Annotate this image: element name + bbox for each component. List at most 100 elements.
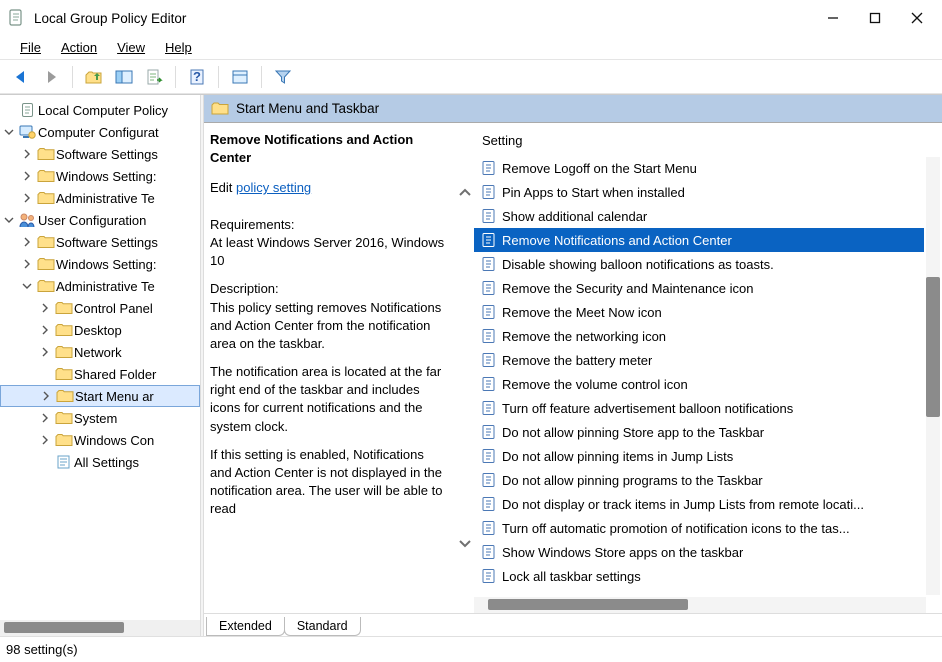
up-one-level-button[interactable] bbox=[80, 63, 108, 91]
tree-comp-software-settings[interactable]: Software Settings bbox=[0, 143, 200, 165]
expander-icon[interactable] bbox=[22, 237, 36, 247]
tree-node-icon bbox=[36, 255, 56, 273]
setting-row[interactable]: Do not allow pinning items in Jump Lists bbox=[474, 444, 924, 468]
setting-row[interactable]: Remove Notifications and Action Center bbox=[474, 228, 924, 252]
close-button[interactable] bbox=[896, 3, 938, 33]
setting-row[interactable]: Turn off feature advertisement balloon n… bbox=[474, 396, 924, 420]
setting-row[interactable]: Show additional calendar bbox=[474, 204, 924, 228]
expander-icon[interactable] bbox=[40, 303, 54, 313]
tree-node-label: Desktop bbox=[74, 323, 122, 338]
back-button[interactable] bbox=[7, 63, 35, 91]
tab-extended[interactable]: Extended bbox=[206, 617, 285, 636]
setting-row[interactable]: Remove Logoff on the Start Menu bbox=[474, 156, 924, 180]
menu-action[interactable]: Action bbox=[51, 38, 107, 57]
tree-user-software-settings[interactable]: Software Settings bbox=[0, 231, 200, 253]
menu-view[interactable]: View bbox=[107, 38, 155, 57]
settings-list[interactable]: Remove Logoff on the Start MenuPin Apps … bbox=[474, 156, 942, 613]
navigation-tree[interactable]: Local Computer PolicyComputer Configurat… bbox=[0, 94, 200, 636]
expander-icon[interactable] bbox=[40, 325, 54, 335]
tree-node-icon bbox=[18, 101, 38, 119]
filter-button[interactable] bbox=[269, 63, 297, 91]
settings-horizontal-scrollbar[interactable] bbox=[474, 597, 926, 613]
tab-standard[interactable]: Standard bbox=[284, 617, 361, 636]
expander-icon[interactable] bbox=[40, 435, 54, 445]
setting-row[interactable]: Remove the networking icon bbox=[474, 324, 924, 348]
expander-icon[interactable] bbox=[4, 215, 18, 225]
scroll-down-arrow[interactable] bbox=[456, 535, 474, 553]
tree-shared-folders[interactable]: Shared Folder bbox=[0, 363, 200, 385]
edit-policy-link[interactable]: policy setting bbox=[236, 180, 311, 195]
expander-icon[interactable] bbox=[40, 413, 54, 423]
setting-label: Remove the Meet Now icon bbox=[502, 305, 662, 320]
tree-desktop[interactable]: Desktop bbox=[0, 319, 200, 341]
tree-comp-windows-settings[interactable]: Windows Setting: bbox=[0, 165, 200, 187]
description-label: Description: bbox=[210, 281, 279, 296]
edit-policy-line: Edit policy setting bbox=[210, 179, 446, 197]
settings-vertical-scrollbar-thumb[interactable] bbox=[926, 277, 940, 417]
expander-icon[interactable] bbox=[40, 347, 54, 357]
setting-row[interactable]: Do not allow pinning Store app to the Ta… bbox=[474, 420, 924, 444]
setting-row[interactable]: Do not allow pinning programs to the Tas… bbox=[474, 468, 924, 492]
expander-icon[interactable] bbox=[22, 149, 36, 159]
setting-label: Remove the battery meter bbox=[502, 353, 652, 368]
setting-row[interactable]: Do not display or track items in Jump Li… bbox=[474, 492, 924, 516]
description-text-2: The notification area is located at the … bbox=[210, 363, 446, 436]
minimize-button[interactable] bbox=[812, 3, 854, 33]
tree-horizontal-scrollbar-thumb[interactable] bbox=[4, 622, 124, 633]
menu-help[interactable]: Help bbox=[155, 38, 202, 57]
settings-list-pane: Setting Remove Logoff on the Start MenuP… bbox=[474, 123, 942, 613]
setting-row[interactable]: Lock all taskbar settings bbox=[474, 564, 924, 588]
setting-row[interactable]: Turn off automatic promotion of notifica… bbox=[474, 516, 924, 540]
show-hide-console-tree-button[interactable] bbox=[110, 63, 138, 91]
tree-user-administrative-templates[interactable]: Administrative Te bbox=[0, 275, 200, 297]
setting-row[interactable]: Remove the Meet Now icon bbox=[474, 300, 924, 324]
location-header: Start Menu and Taskbar bbox=[204, 95, 942, 123]
expander-icon[interactable] bbox=[41, 391, 55, 401]
menu-file[interactable]: File bbox=[10, 38, 51, 57]
setting-row[interactable]: Remove the battery meter bbox=[474, 348, 924, 372]
setting-row[interactable]: Remove the Security and Maintenance icon bbox=[474, 276, 924, 300]
tree-node-label: Software Settings bbox=[56, 147, 158, 162]
tree-all-settings[interactable]: All Settings bbox=[0, 451, 200, 473]
tree-node-label: Network bbox=[74, 345, 122, 360]
tree-user-windows-settings[interactable]: Windows Setting: bbox=[0, 253, 200, 275]
policy-icon bbox=[480, 303, 498, 321]
tree-start-menu-taskbar[interactable]: Start Menu ar bbox=[0, 385, 200, 407]
maximize-button[interactable] bbox=[854, 3, 896, 33]
tree-computer-configuration[interactable]: Computer Configurat bbox=[0, 121, 200, 143]
tree-comp-administrative-templates[interactable]: Administrative Te bbox=[0, 187, 200, 209]
expander-icon[interactable] bbox=[22, 193, 36, 203]
tree-node-label: Administrative Te bbox=[56, 279, 155, 294]
tree-user-configuration[interactable]: User Configuration bbox=[0, 209, 200, 231]
expander-icon[interactable] bbox=[4, 127, 18, 137]
tree-horizontal-scrollbar[interactable] bbox=[0, 620, 200, 636]
tree-system[interactable]: System bbox=[0, 407, 200, 429]
help-button[interactable]: ? bbox=[183, 63, 211, 91]
tree-root[interactable]: Local Computer Policy bbox=[0, 99, 200, 121]
setting-row[interactable]: Pin Apps to Start when installed bbox=[474, 180, 924, 204]
svg-text:?: ? bbox=[193, 69, 201, 84]
expander-icon[interactable] bbox=[22, 281, 36, 291]
setting-row[interactable]: Remove the volume control icon bbox=[474, 372, 924, 396]
workspace: Local Computer PolicyComputer Configurat… bbox=[0, 94, 942, 636]
expander-icon[interactable] bbox=[22, 259, 36, 269]
options-button[interactable] bbox=[226, 63, 254, 91]
tree-network[interactable]: Network bbox=[0, 341, 200, 363]
tree-node-label: Control Panel bbox=[74, 301, 153, 316]
export-list-button[interactable] bbox=[140, 63, 168, 91]
settings-vertical-scrollbar[interactable] bbox=[926, 157, 940, 595]
menu-bar: File Action View Help bbox=[0, 36, 942, 60]
tree-node-label: Software Settings bbox=[56, 235, 158, 250]
scroll-up-arrow[interactable] bbox=[456, 183, 474, 201]
description-text-1: This policy setting removes Notification… bbox=[210, 300, 441, 351]
setting-row[interactable]: Show Windows Store apps on the taskbar bbox=[474, 540, 924, 564]
tree-control-panel[interactable]: Control Panel bbox=[0, 297, 200, 319]
setting-label: Show additional calendar bbox=[502, 209, 647, 224]
settings-horizontal-scrollbar-thumb[interactable] bbox=[488, 599, 688, 610]
policy-icon bbox=[480, 495, 498, 513]
forward-button[interactable] bbox=[37, 63, 65, 91]
setting-row[interactable]: Disable showing balloon notifications as… bbox=[474, 252, 924, 276]
expander-icon[interactable] bbox=[22, 171, 36, 181]
settings-column-header[interactable]: Setting bbox=[474, 123, 942, 156]
tree-windows-components[interactable]: Windows Con bbox=[0, 429, 200, 451]
